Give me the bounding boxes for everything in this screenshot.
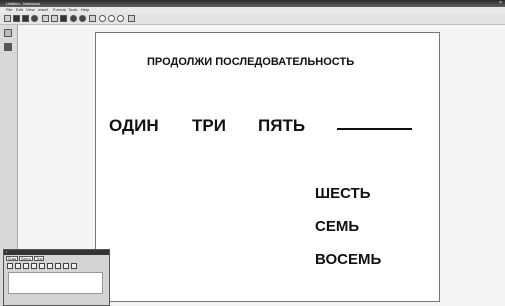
option-word-1[interactable]: ШЕСТЬ	[315, 185, 370, 202]
pen-tool-icon[interactable]	[15, 263, 21, 269]
close-icon[interactable]: ×	[499, 0, 502, 7]
palette-titlebar[interactable]: ▪	[4, 250, 109, 255]
sequence-word-2[interactable]: ТРИ	[192, 116, 226, 136]
palette-tab-draw[interactable]: Draw	[6, 256, 19, 261]
save-icon[interactable]	[22, 15, 29, 22]
select-tool-icon[interactable]	[7, 263, 13, 269]
palette-tab-text[interactable]: Text	[34, 256, 45, 261]
copy-icon[interactable]	[51, 15, 58, 22]
gallery-icon[interactable]	[4, 43, 12, 51]
window-title: Untitled - Notebook	[6, 1, 41, 6]
new-page-icon[interactable]	[4, 15, 11, 22]
palette-tab-select[interactable]: Select	[19, 256, 33, 261]
notebook-page[interactable]	[95, 32, 440, 302]
open-icon[interactable]	[13, 15, 20, 22]
paste-icon[interactable]	[60, 15, 67, 22]
palette-grip-icon: ▪	[6, 250, 8, 254]
shape-tool-icon[interactable]	[47, 263, 53, 269]
zoom-in-icon[interactable]	[99, 15, 106, 22]
search-icon[interactable]	[117, 15, 124, 22]
color-tool-icon[interactable]	[71, 263, 77, 269]
line-tool-icon[interactable]	[39, 263, 45, 269]
main-toolbar	[0, 13, 505, 25]
delete-icon[interactable]	[89, 15, 96, 22]
sequence-word-1[interactable]: ОДИН	[109, 116, 159, 136]
fill-tool-icon[interactable]	[55, 263, 61, 269]
highlighter-tool-icon[interactable]	[23, 263, 29, 269]
redo-icon[interactable]	[79, 15, 86, 22]
cut-icon[interactable]	[42, 15, 49, 22]
page-title: ПРОДОЛЖИ ПОСЛЕДОВАТЕЛЬНОСТЬ	[147, 56, 355, 68]
answer-blank[interactable]	[337, 128, 412, 130]
text-tool-icon[interactable]	[63, 263, 69, 269]
print-icon[interactable]	[31, 15, 38, 22]
eraser-tool-icon[interactable]	[31, 263, 37, 269]
option-word-3[interactable]: ВОСЕМЬ	[315, 251, 381, 268]
display-icon[interactable]	[128, 15, 135, 22]
undo-icon[interactable]	[70, 15, 77, 22]
zoom-out-icon[interactable]	[108, 15, 115, 22]
option-word-2[interactable]: СЕМЬ	[315, 218, 359, 235]
sequence-word-3[interactable]: ПЯТЬ	[258, 116, 305, 136]
floating-tools-palette[interactable]: ▪ Draw Select Text	[3, 249, 110, 306]
window-titlebar: Untitled - Notebook ×	[0, 0, 505, 7]
palette-preview-area	[8, 272, 103, 294]
page-sorter-icon[interactable]	[4, 29, 12, 37]
